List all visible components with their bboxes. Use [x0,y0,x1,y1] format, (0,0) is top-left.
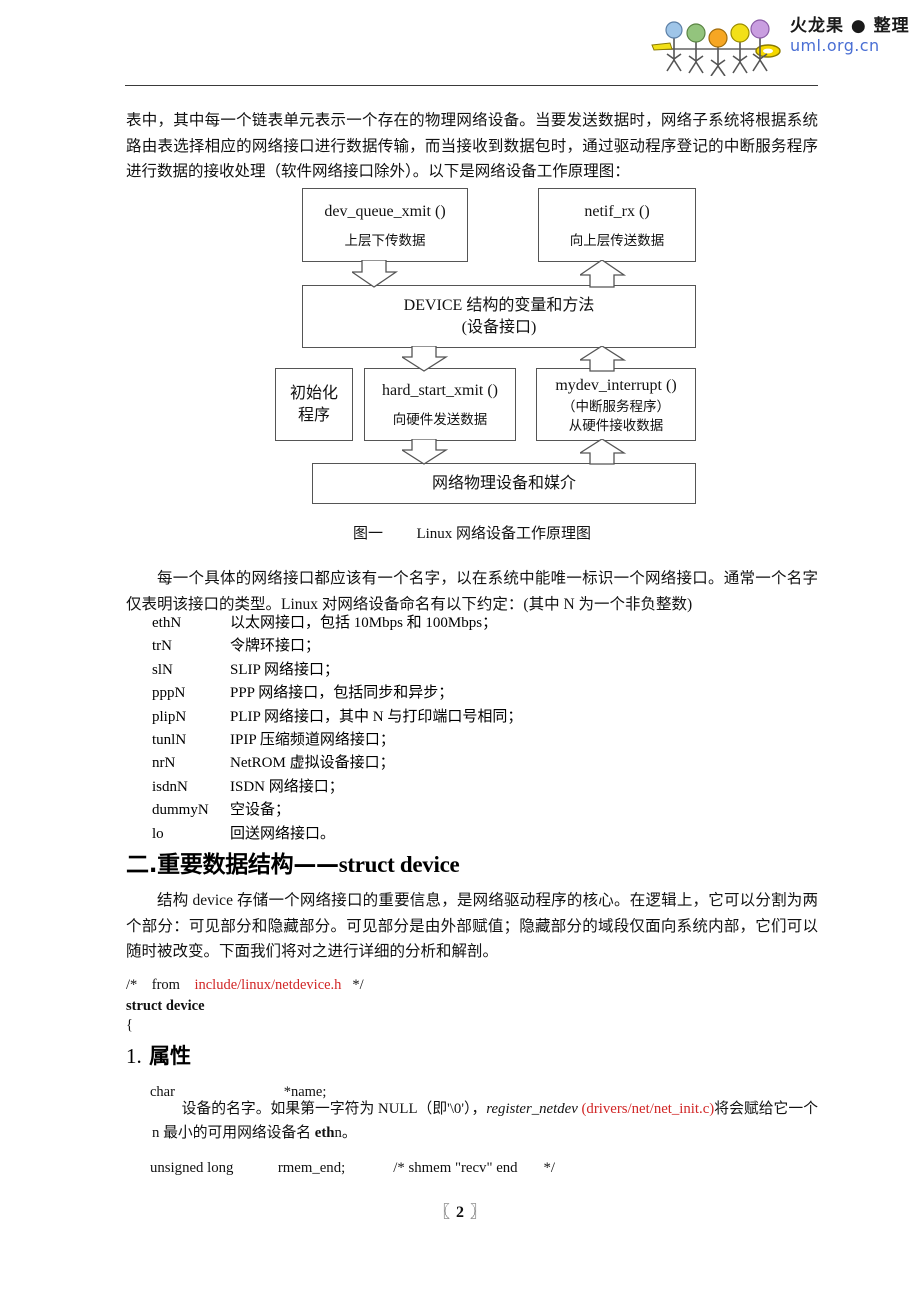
box-line1: 初始化 [289,384,338,402]
device-name: plipN [152,708,187,725]
page-number: 2 [456,1204,464,1221]
brand-url: uml.org.cn [790,36,880,55]
list-item: plipN PLIP 网络接口，其中 N 与打印端口号相同； [126,706,818,729]
device-name: ethN [152,615,182,631]
heading-label: 属性 [149,1044,192,1068]
brand-text: 火龙果 ● 整理 uml.org.cn [790,16,920,56]
arrow-up-device-to-netif-icon [580,260,627,288]
stick-figures-logo-icon [650,16,790,77]
box-subtitle: (设备接口) [461,318,537,336]
box-title: DEVICE 结构的变量和方法 [403,296,595,314]
box-title: hard_start_xmit () [382,382,498,399]
header-logo: 火龙果 ● 整理 uml.org.cn [650,8,920,78]
code-struct-declaration: struct device [126,998,205,1014]
list-item: isdnN ISDN 网络接口； [126,776,818,799]
list-item: pppN PPP 网络接口，包括同步和异步； [126,682,818,705]
device-name: tunlN [152,732,187,749]
list-item: trN 令牌环接口； [126,635,818,658]
diagram-box-init-program: 初始化 程序 [275,368,353,441]
device-desc: ISDN 网络接口； [230,778,344,795]
intro-paragraph: 表中，其中每一个链表单元表示一个存在的物理网络设备。当要发送数据时，网络子系统将… [126,112,818,180]
box-title: 网络物理设备和媒介 [431,474,576,492]
diagram-box-dev-queue-xmit: dev_queue_xmit () 上层下传数据 [302,188,468,262]
desc-part-1: 设备的名字。如果第一字符为 NULL（即'\0'）， [181,1101,487,1117]
heading-cn-part: 二.重要数据结构—— [126,852,339,878]
section-heading-struct-device: 二.重要数据结构——struct device [126,845,460,879]
code-open-brace: { [126,1017,133,1033]
device-desc: NetROM 虚拟设备接口； [230,755,395,772]
device-desc: 回送网络接口。 [230,825,336,842]
header-file-path: include/linux/netdevice.h [194,977,342,993]
device-desc: 空设备； [230,802,291,819]
box-subtitle: 向硬件发送数据 [392,412,488,427]
figure-caption: 图一 Linux 网络设备工作原理图 [126,522,818,543]
bracket-left: 〖 [433,1204,450,1221]
device-name: slN [152,661,173,678]
heading-number: 1. [126,1044,142,1068]
box-title: netif_rx () [584,202,650,220]
device-name: pppN [152,685,186,702]
arrow-down-xmit-to-device-icon [352,260,399,288]
naming-convention-paragraph: 每一个具体的网络接口都应该有一个名字，以在系统中能唯一标识一个网络接口。通常一个… [126,570,818,613]
figure-caption-text: Linux 网络设备工作原理图 [416,526,592,542]
arrow-up-physical-to-mydev-icon [580,439,627,465]
box-title: mydev_interrupt () [555,376,677,394]
device-desc: 令牌环接口； [230,638,321,655]
list-item: lo 回送网络接口。 [126,823,818,846]
struct-device-paragraph: 结构 device 存储一个网络接口的重要信息，是网络驱动程序的核心。在逻辑上，… [126,892,818,960]
comment-close: */ [341,977,364,993]
box-subtitle-1: （中断服务程序） [562,398,670,414]
arrow-up-mydev-to-device-icon [580,346,627,372]
subsection-heading-attributes: 1. 属性 [126,1040,191,1070]
network-device-architecture-diagram: dev_queue_xmit () 上层下传数据 netif_rx () 向上层… [0,180,920,510]
list-item: nrN NetROM 虚拟设备接口； [126,752,818,775]
bracket-right: 〗 [470,1204,487,1221]
device-name: dummyN [152,802,209,819]
function-name: register_netdev [486,1101,582,1117]
code-rmem-end-field: unsigned long rmem_end; /* shmem "recv" … [150,1160,555,1176]
device-desc: 以太网接口，包括 10Mbps 和 100Mbps； [230,615,498,631]
arrow-down-device-to-hardstart-icon [402,346,449,372]
device-name: lo [152,825,164,842]
diagram-box-hard-start-xmit: hard_start_xmit () 向硬件发送数据 [364,368,516,441]
figure-caption-label: 图一 [352,526,383,542]
diagram-box-physical-device: 网络物理设备和媒介 [312,463,696,504]
list-item: dummyN 空设备； [126,799,818,822]
heading-latin-part: struct device [338,852,460,877]
device-desc: PLIP 网络接口，其中 N 与打印端口号相同； [230,708,523,725]
box-subtitle: 向上层传送数据 [569,232,665,248]
code-comment-from: /* from include/linux/netdevice.h */ [126,975,364,996]
device-name: nrN [152,755,176,772]
source-file-path: (drivers/net/net_init.c) [581,1101,715,1117]
box-subtitle-2: 从硬件接收数据 [568,417,664,433]
list-item: tunlN IPIP 压缩频道网络接口； [126,729,818,752]
device-desc: SLIP 网络接口； [230,661,340,678]
arrow-down-hardstart-to-physical-icon [402,439,449,465]
box-subtitle: 上层下传数据 [344,232,426,248]
eth-prefix: eth [314,1125,335,1141]
list-item: slN SLIP 网络接口； [126,659,818,682]
diagram-box-mydev-interrupt: mydev_interrupt () （中断服务程序） 从硬件接收数据 [536,368,696,441]
diagram-box-netif-rx: netif_rx () 向上层传送数据 [538,188,696,262]
desc-part-3: n。 [334,1125,357,1141]
diagram-box-device-struct: DEVICE 结构的变量和方法 (设备接口) [302,285,696,348]
page-footer: 〖 2 〗 [0,1198,920,1222]
box-title: dev_queue_xmit () [324,202,446,220]
box-line2: 程序 [297,406,330,424]
header-divider [125,85,818,86]
device-desc: PPP 网络接口，包括同步和异步； [230,685,454,702]
comment-open: /* from [126,977,195,993]
list-item: ethN 以太网接口，包括 10Mbps 和 100Mbps； [126,612,818,635]
brand-name-cn: 火龙果 ● 整理 [790,16,910,36]
attribute-name-description: 设备的名字。如果第一字符为 NULL（即'\0'），register_netde… [152,1097,818,1145]
device-name-list: ethN 以太网接口，包括 10Mbps 和 100Mbps； trN 令牌环接口；… [126,612,818,846]
device-name: trN [152,638,172,655]
device-desc: IPIP 压缩频道网络接口； [230,732,395,749]
device-name: isdnN [152,778,188,795]
